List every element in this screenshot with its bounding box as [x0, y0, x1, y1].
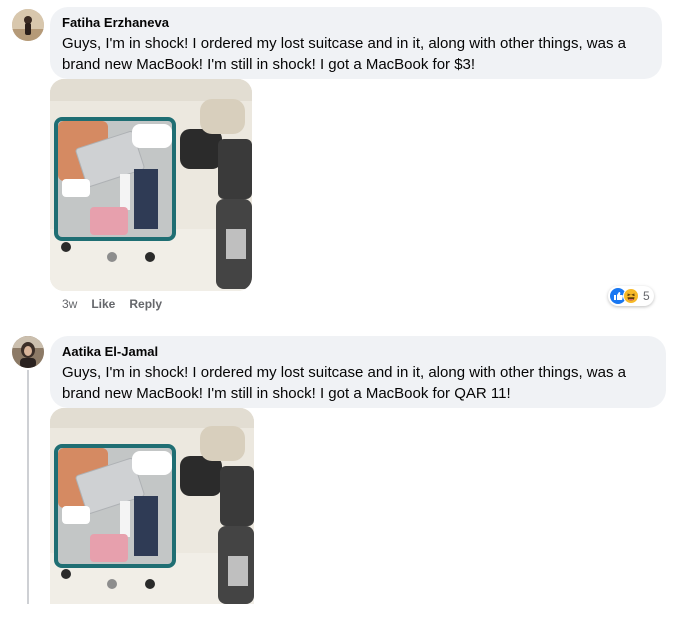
thread-line — [27, 370, 29, 604]
comment-author[interactable]: Aatika El-Jamal — [62, 344, 654, 360]
comment-text-line: Guys, I'm in shock! I ordered my lost su… — [62, 35, 626, 52]
comment-text-line: brand new MacBook! I'm still in shock! I… — [62, 385, 511, 402]
avatar-photo — [12, 9, 44, 41]
comment-actions: 3w Like Reply — [62, 296, 162, 312]
suitcase-photo — [50, 408, 254, 604]
comment-timestamp[interactable]: 3w — [62, 296, 77, 312]
avatar-photo — [12, 336, 44, 368]
comment-bubble: Aatika El-Jamal Guys, I'm in shock! I or… — [50, 336, 666, 408]
reaction-summary[interactable]: 5 — [608, 286, 654, 306]
avatar[interactable] — [12, 9, 44, 41]
suitcase-photo — [50, 79, 252, 291]
like-button[interactable]: Like — [91, 296, 115, 312]
comment-photo[interactable] — [50, 79, 252, 291]
reply-button[interactable]: Reply — [129, 296, 162, 312]
avatar[interactable] — [12, 336, 44, 368]
haha-icon — [623, 288, 639, 304]
reaction-count: 5 — [643, 289, 650, 303]
comment-author[interactable]: Fatiha Erzhaneva — [62, 15, 650, 31]
comment-text-line: brand new MacBook! I'm still in shock! I… — [62, 56, 476, 73]
comment-text-line: Guys, I'm in shock! I ordered my lost su… — [62, 364, 626, 381]
comment-photo[interactable] — [50, 408, 254, 604]
comment-bubble: Fatiha Erzhaneva Guys, I'm in shock! I o… — [50, 7, 662, 79]
